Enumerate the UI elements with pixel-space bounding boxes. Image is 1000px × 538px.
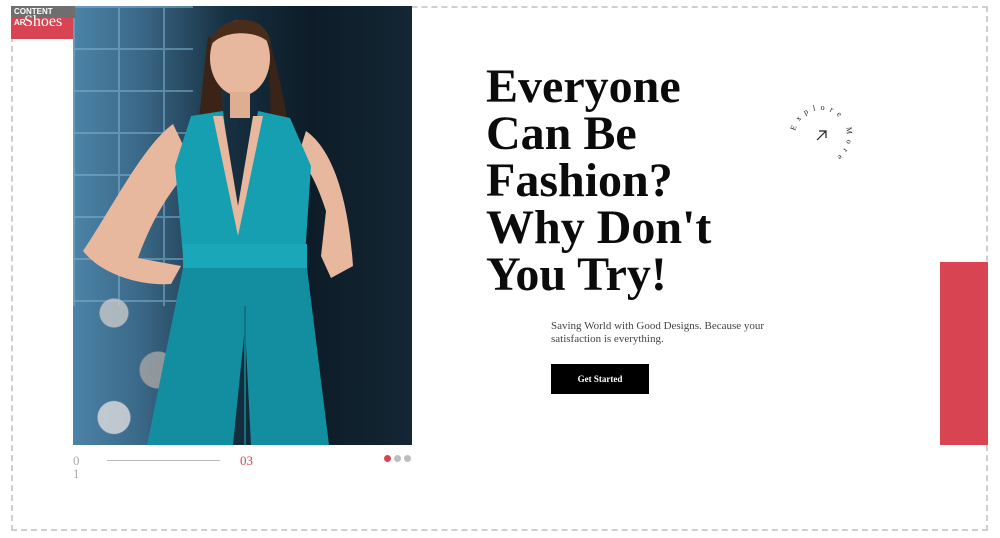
slider-dots (384, 455, 411, 462)
hero-headline: Everyone Can Be Fashion? Why Don't You T… (486, 60, 786, 301)
slide-index-total: 03 (240, 453, 253, 468)
model-figure (83, 19, 353, 445)
headline-line: Why Don't (486, 201, 712, 254)
headline-line: Can Be (486, 107, 637, 160)
slide-index-current: 01 (73, 453, 80, 481)
arrow-up-right-icon (816, 130, 827, 141)
get-started-button[interactable]: Get Started (551, 364, 649, 394)
category-label[interactable]: Shoes (24, 13, 62, 31)
slider-dot-2[interactable] (394, 455, 401, 462)
hero-image (73, 6, 412, 445)
hero-tagline: Saving World with Good Designs. Because … (551, 320, 765, 345)
explore-more-label: Explore More (789, 103, 855, 165)
headline-line: Fashion? (486, 154, 673, 207)
accent-block (940, 262, 988, 445)
headline-line: You Try! (486, 248, 667, 301)
headline-line: Everyone (486, 60, 681, 113)
explore-more-button[interactable]: Explore More (785, 100, 857, 172)
slider-dot-1[interactable] (384, 455, 391, 462)
slider-dot-3[interactable] (404, 455, 411, 462)
slide-progress-line (107, 460, 220, 461)
